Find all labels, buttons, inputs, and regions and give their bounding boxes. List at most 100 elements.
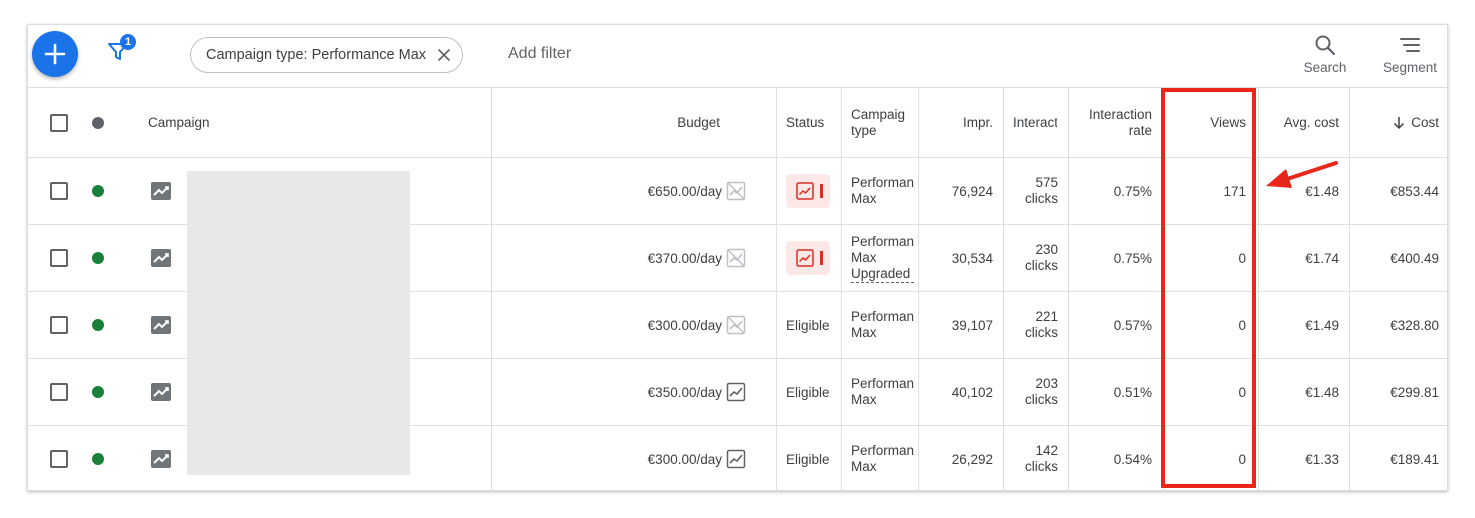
chart-icon[interactable] — [726, 449, 746, 469]
status-text: Eligible — [786, 384, 830, 400]
campaign-icon-cell — [150, 359, 172, 425]
chart-limited-icon[interactable] — [726, 181, 746, 201]
column-divider — [1349, 88, 1350, 490]
status-cell — [786, 225, 830, 291]
budget-value: €370.00/day — [647, 250, 722, 266]
row-status-dot-cell — [92, 158, 104, 224]
row-status-dot-cell — [92, 359, 104, 425]
performance-max-icon — [151, 450, 171, 468]
budget-cell: €300.00/day — [493, 426, 746, 490]
row-checkbox[interactable] — [50, 383, 68, 401]
status-text: Eligible — [786, 451, 830, 467]
interactions-cell: 221 clicks — [1003, 292, 1058, 358]
segment-button[interactable]: Segment — [1372, 33, 1447, 75]
search-button[interactable]: Search — [1290, 33, 1360, 75]
interactions-unit: clicks — [1025, 325, 1058, 340]
campaign-type-line: Max — [851, 191, 877, 206]
close-icon[interactable] — [436, 47, 452, 63]
interaction-rate-cell: 0.57% — [1113, 317, 1152, 333]
status-limited-pill[interactable] — [786, 241, 830, 275]
row-checkbox[interactable] — [50, 182, 68, 200]
filter-chip-label: Campaign type: Performance Max — [206, 47, 427, 63]
performance-max-icon — [151, 249, 171, 267]
interactions-cell: 230 clicks — [1003, 225, 1058, 291]
impr-cell: 40,102 — [951, 384, 993, 400]
row-status-dot-cell — [92, 426, 104, 490]
column-divider — [491, 88, 492, 490]
column-divider — [841, 88, 842, 490]
interactions-cell: 575 clicks — [1003, 158, 1058, 224]
campaign-column-header[interactable]: Campaign — [148, 88, 210, 157]
row-checkbox[interactable] — [50, 316, 68, 334]
budget-cell: €650.00/day — [493, 158, 746, 224]
column-divider — [1003, 88, 1004, 490]
campaign-type-line: Performan — [851, 233, 915, 249]
campaign-type-cell: Performan Max — [851, 359, 917, 425]
interactions-cell: 203 clicks — [1003, 359, 1058, 425]
interactions-unit: clicks — [1025, 258, 1058, 273]
performance-max-icon — [151, 316, 171, 334]
interactions-unit: clicks — [1025, 392, 1058, 407]
status-pill-bar — [820, 184, 823, 198]
enabled-dot-icon — [92, 185, 104, 197]
create-button[interactable] — [32, 31, 78, 77]
chart-icon[interactable] — [726, 382, 746, 402]
annotation-arrow-icon — [1266, 161, 1338, 188]
budget-value: €300.00/day — [647, 317, 722, 333]
interactions-column-header[interactable]: Interact — [1013, 88, 1057, 157]
campaign-type-line: Max — [851, 392, 877, 407]
campaign-type-upgraded[interactable]: Upgraded — [851, 266, 915, 283]
avg-cost-cell: €1.33 — [1305, 451, 1339, 467]
row-select-cell — [50, 292, 68, 358]
add-filter-link[interactable]: Add filter — [508, 45, 571, 63]
interactions-value: 203 — [1035, 376, 1058, 391]
select-all-checkbox[interactable] — [50, 113, 68, 132]
interaction-rate-column-header[interactable]: Interaction rate — [1068, 88, 1152, 157]
search-label: Search — [1303, 60, 1347, 75]
cost-column-header[interactable]: Cost — [1350, 88, 1439, 157]
impr-column-header[interactable]: Impr. — [918, 88, 993, 157]
interactions-value: 230 — [1035, 242, 1058, 257]
interaction-rate-cell: 0.75% — [1113, 250, 1152, 266]
campaign-type-line: Max — [851, 325, 877, 340]
filter-chip[interactable]: Campaign type: Performance Max — [190, 37, 464, 73]
filter-count-badge: 1 — [120, 34, 136, 50]
row-checkbox[interactable] — [50, 249, 68, 267]
enabled-dot-icon — [92, 453, 104, 465]
campaign-icon-cell — [150, 158, 172, 224]
campaign-type-line: Performan — [851, 309, 915, 324]
campaign-type-line: Max — [851, 249, 877, 265]
row-checkbox[interactable] — [50, 450, 68, 468]
row-status-dot-cell — [92, 292, 104, 358]
status-limited-pill[interactable] — [786, 174, 830, 208]
budget-cell: €300.00/day — [493, 292, 746, 358]
segment-icon — [1400, 38, 1420, 52]
chart-limited-icon[interactable] — [726, 248, 746, 268]
campaign-type-cell: Performan Max — [851, 292, 917, 358]
cost-cell: €189.41 — [1390, 451, 1439, 467]
performance-max-icon — [151, 182, 171, 200]
avg-cost-column-header[interactable]: Avg. cost — [1258, 88, 1339, 157]
interactions-value: 142 — [1035, 443, 1058, 458]
status-cell — [786, 158, 830, 224]
interactions-unit: clicks — [1025, 459, 1058, 474]
performance-max-icon — [151, 383, 171, 401]
row-select-cell — [50, 158, 68, 224]
status-column-header[interactable]: Status — [786, 88, 824, 157]
row-select-cell — [50, 359, 68, 425]
interactions-value: 221 — [1035, 309, 1058, 324]
table-toolbar: 1 Campaign type: Performance Max Add fil… — [28, 25, 1447, 88]
campaign-type-column-header[interactable]: Campaig type — [851, 88, 913, 157]
status-dot-icon — [92, 116, 104, 129]
campaign-icon-cell — [150, 292, 172, 358]
row-select-cell — [50, 225, 68, 291]
campaign-type-line: Performan — [851, 443, 915, 458]
budget-column-header[interactable]: Budget — [493, 88, 720, 157]
budget-value: €300.00/day — [647, 451, 722, 467]
avg-cost-cell: €1.49 — [1305, 317, 1339, 333]
chart-limited-icon[interactable] — [726, 315, 746, 335]
campaign-type-cell: Performan Max — [851, 158, 917, 224]
cost-cell: €853.44 — [1390, 183, 1439, 199]
campaign-type-cell: Performan Max — [851, 426, 917, 490]
impr-cell: 76,924 — [951, 183, 993, 199]
